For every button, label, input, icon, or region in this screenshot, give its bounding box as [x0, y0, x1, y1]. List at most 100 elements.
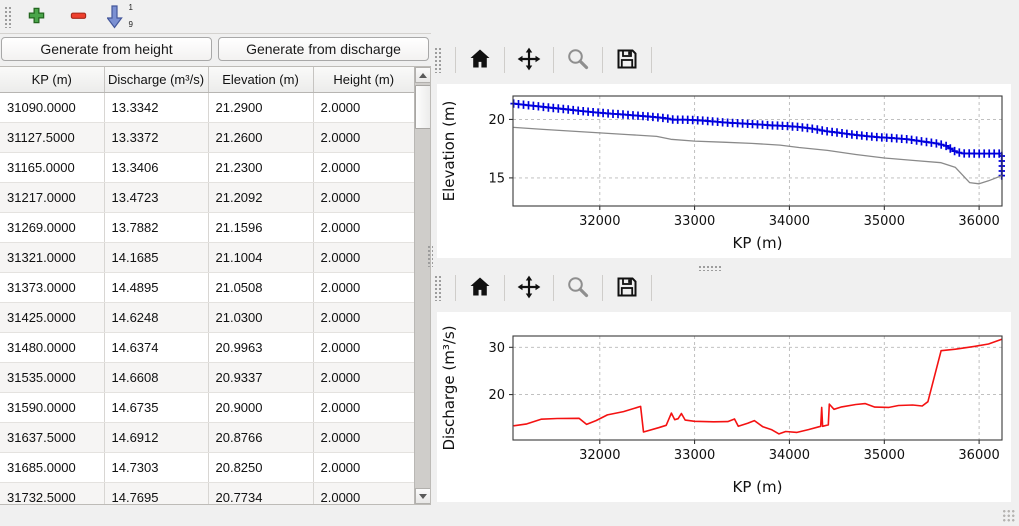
sort-rows-button[interactable]: 1 9	[106, 4, 134, 30]
table-cell[interactable]: 21.2300	[208, 152, 313, 182]
table-row[interactable]: 31090.000013.334221.29002.0000	[0, 92, 414, 122]
table-cell[interactable]: 31269.0000	[0, 212, 104, 242]
column-header[interactable]: Height (m)	[313, 67, 414, 92]
table-row[interactable]: 31373.000014.489521.05082.0000	[0, 272, 414, 302]
column-header[interactable]: Elevation (m)	[208, 67, 313, 92]
table-cell[interactable]: 2.0000	[313, 272, 414, 302]
table-cell[interactable]: 31590.0000	[0, 392, 104, 422]
table-row[interactable]: 31425.000014.624821.03002.0000	[0, 302, 414, 332]
elevation-chart[interactable]: 32000330003400035000360001520KP (m)Eleva…	[437, 84, 1011, 258]
table-cell[interactable]: 21.2900	[208, 92, 313, 122]
table-cell[interactable]: 2.0000	[313, 182, 414, 212]
scroll-up-button[interactable]	[415, 67, 431, 83]
pan-button[interactable]	[513, 45, 545, 75]
table-cell[interactable]: 20.9337	[208, 362, 313, 392]
table-cell[interactable]: 31732.5000	[0, 482, 104, 505]
table-cell[interactable]: 31637.5000	[0, 422, 104, 452]
home-button[interactable]	[464, 273, 496, 303]
table-cell[interactable]: 14.7303	[104, 452, 208, 482]
table-cell[interactable]: 31321.0000	[0, 242, 104, 272]
generate-from-height-button[interactable]: Generate from height	[1, 37, 212, 61]
table-cell[interactable]: 20.8766	[208, 422, 313, 452]
table-row[interactable]: 31732.500014.769520.77342.0000	[0, 482, 414, 505]
table-cell[interactable]: 13.3342	[104, 92, 208, 122]
table-cell[interactable]: 2.0000	[313, 212, 414, 242]
table-cell[interactable]: 31127.5000	[0, 122, 104, 152]
table-cell[interactable]: 14.6374	[104, 332, 208, 362]
table-row[interactable]: 31127.500013.337221.26002.0000	[0, 122, 414, 152]
zoom-button[interactable]	[562, 273, 594, 303]
generate-from-discharge-button[interactable]: Generate from discharge	[218, 37, 429, 61]
table-cell[interactable]: 21.1004	[208, 242, 313, 272]
table-cell[interactable]: 20.7734	[208, 482, 313, 505]
table-cell[interactable]: 2.0000	[313, 452, 414, 482]
table-cell[interactable]: 2.0000	[313, 422, 414, 452]
table-row[interactable]: 31165.000013.340621.23002.0000	[0, 152, 414, 182]
discharge-chart[interactable]: 32000330003400035000360002030KP (m)Disch…	[437, 312, 1011, 502]
table-cell[interactable]: 31685.0000	[0, 452, 104, 482]
table-row[interactable]: 31321.000014.168521.10042.0000	[0, 242, 414, 272]
window-resize-grip[interactable]	[1002, 509, 1016, 523]
table-cell[interactable]: 31480.0000	[0, 332, 104, 362]
table-cell[interactable]: 2.0000	[313, 92, 414, 122]
chart-splitter-handle[interactable]	[698, 265, 722, 271]
table-cell[interactable]: 31425.0000	[0, 302, 104, 332]
pan-button[interactable]	[513, 273, 545, 303]
table-cell[interactable]: 14.4895	[104, 272, 208, 302]
toolbar-drag-handle[interactable]	[4, 6, 12, 28]
table-cell[interactable]: 2.0000	[313, 242, 414, 272]
table-cell[interactable]: 20.9963	[208, 332, 313, 362]
table-row[interactable]: 31480.000014.637420.99632.0000	[0, 332, 414, 362]
table-cell[interactable]: 31165.0000	[0, 152, 104, 182]
table-cell[interactable]: 13.7882	[104, 212, 208, 242]
table-row[interactable]: 31685.000014.730320.82502.0000	[0, 452, 414, 482]
table-cell[interactable]: 31090.0000	[0, 92, 104, 122]
table-cell[interactable]: 13.3406	[104, 152, 208, 182]
table-cell[interactable]: 2.0000	[313, 332, 414, 362]
table-cell[interactable]: 20.8250	[208, 452, 313, 482]
remove-row-button[interactable]	[64, 4, 92, 30]
chart-canvas[interactable]: 32000330003400035000360001520KP (m)Eleva…	[437, 84, 1011, 258]
table-cell[interactable]: 31217.0000	[0, 182, 104, 212]
table-row[interactable]: 31637.500014.691220.87662.0000	[0, 422, 414, 452]
zoom-button[interactable]	[562, 45, 594, 75]
table-cell[interactable]: 31373.0000	[0, 272, 104, 302]
save-button[interactable]	[611, 273, 643, 303]
table-cell[interactable]: 2.0000	[313, 362, 414, 392]
table-cell[interactable]: 13.3372	[104, 122, 208, 152]
table-cell[interactable]: 21.2600	[208, 122, 313, 152]
chart-canvas[interactable]: 32000330003400035000360002030KP (m)Disch…	[437, 312, 1011, 502]
table-cell[interactable]: 21.0300	[208, 302, 313, 332]
table-cell[interactable]: 2.0000	[313, 482, 414, 505]
scrollbar-thumb[interactable]	[415, 85, 431, 129]
table-cell[interactable]: 14.6735	[104, 392, 208, 422]
table-scrollbar[interactable]	[414, 67, 430, 504]
table-header-row[interactable]: KP (m)Discharge (m³/s)Elevation (m)Heigh…	[0, 67, 414, 92]
add-row-button[interactable]	[22, 4, 50, 30]
table-cell[interactable]: 2.0000	[313, 392, 414, 422]
table-cell[interactable]: 13.4723	[104, 182, 208, 212]
table-cell[interactable]: 14.6608	[104, 362, 208, 392]
table-cell[interactable]: 21.2092	[208, 182, 313, 212]
table-row[interactable]: 31590.000014.673520.90002.0000	[0, 392, 414, 422]
save-button[interactable]	[611, 45, 643, 75]
table-row[interactable]: 31269.000013.788221.15962.0000	[0, 212, 414, 242]
table-row[interactable]: 31535.000014.660820.93372.0000	[0, 362, 414, 392]
table-cell[interactable]: 31535.0000	[0, 362, 104, 392]
table-cell[interactable]: 2.0000	[313, 302, 414, 332]
column-header[interactable]: KP (m)	[0, 67, 104, 92]
table-cell[interactable]: 20.9000	[208, 392, 313, 422]
scroll-down-button[interactable]	[415, 488, 431, 504]
column-header[interactable]: Discharge (m³/s)	[104, 67, 208, 92]
table-cell[interactable]: 14.6912	[104, 422, 208, 452]
toolbar-drag-handle[interactable]	[434, 275, 441, 301]
table-cell[interactable]: 14.6248	[104, 302, 208, 332]
table-cell[interactable]: 21.0508	[208, 272, 313, 302]
table-cell[interactable]: 14.1685	[104, 242, 208, 272]
table-cell[interactable]: 21.1596	[208, 212, 313, 242]
table-row[interactable]: 31217.000013.472321.20922.0000	[0, 182, 414, 212]
home-button[interactable]	[464, 45, 496, 75]
table-cell[interactable]: 2.0000	[313, 122, 414, 152]
toolbar-drag-handle[interactable]	[434, 47, 441, 73]
table-cell[interactable]: 2.0000	[313, 152, 414, 182]
